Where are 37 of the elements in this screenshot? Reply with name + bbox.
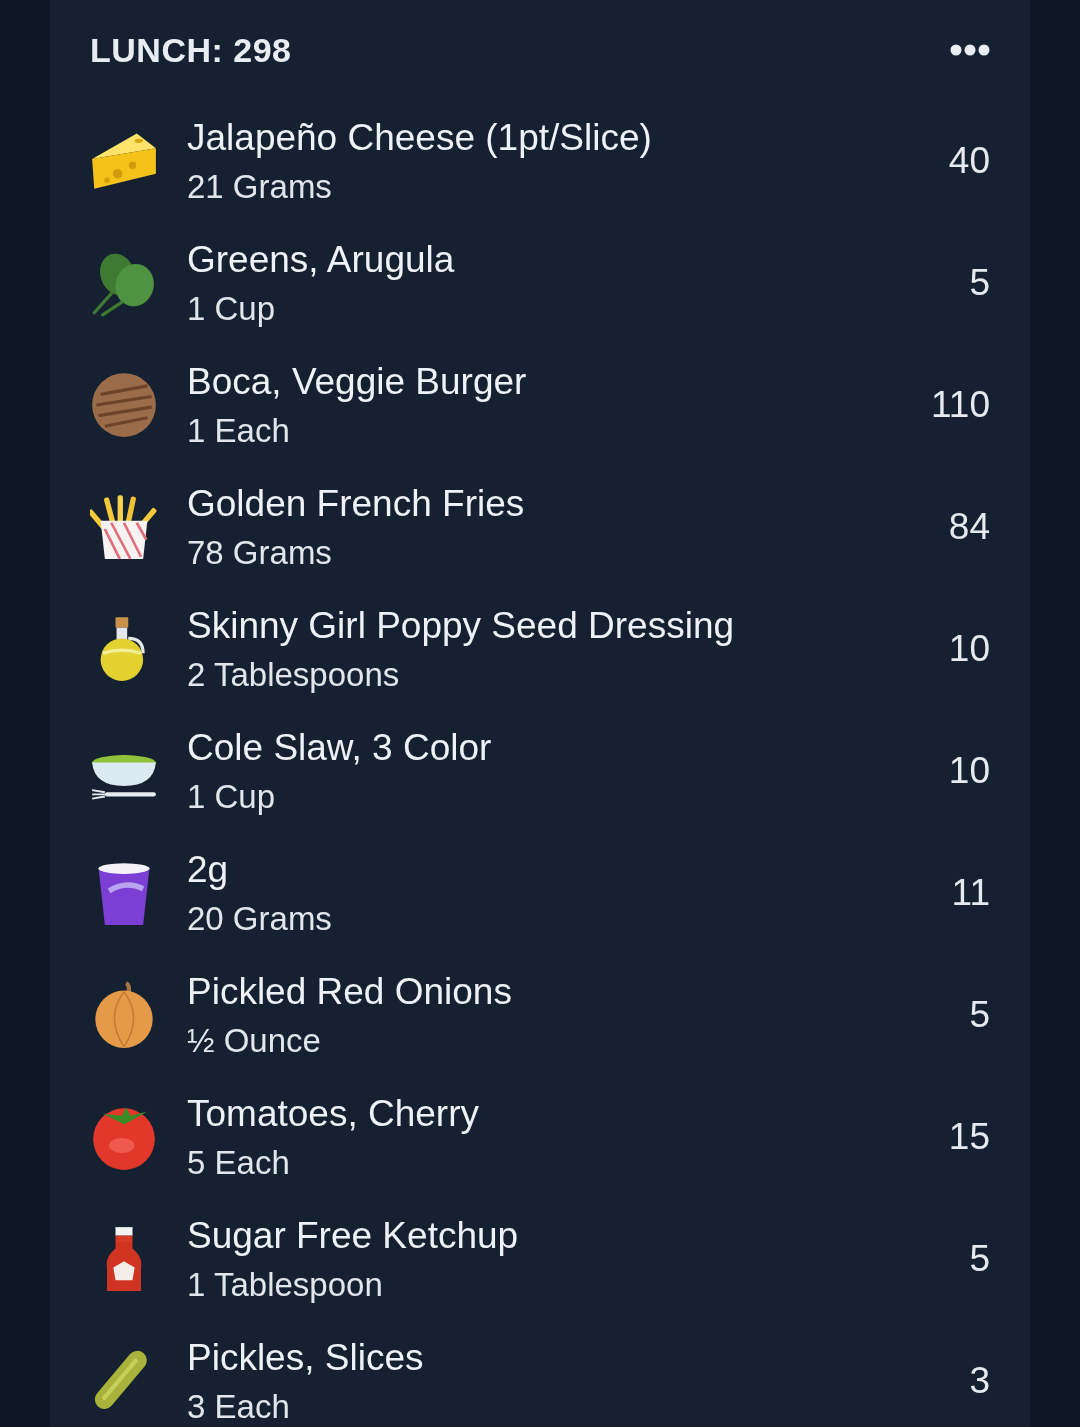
calorie-count: 11 bbox=[951, 870, 990, 915]
serving-size: 20 Grams bbox=[187, 899, 333, 939]
food-name[interactable]: Pickled Red Onions bbox=[187, 966, 970, 1018]
calorie-count: 10 bbox=[948, 748, 990, 793]
calorie-count: 3 bbox=[969, 1358, 990, 1403]
fries-icon bbox=[90, 493, 158, 561]
food-name[interactable]: Boca, Veggie Burger bbox=[187, 356, 931, 408]
calorie-count: 5 bbox=[969, 992, 990, 1037]
serving-size: 5 Each bbox=[187, 1143, 291, 1183]
more-icon[interactable] bbox=[950, 44, 990, 56]
calorie-count: 110 bbox=[931, 382, 990, 427]
serving-size: 1 Tablespoon bbox=[187, 1265, 384, 1305]
food-name[interactable]: Pickles, Slices bbox=[187, 1332, 970, 1384]
food-name[interactable]: Tomatoes, Cherry bbox=[187, 1088, 949, 1140]
serving-size: 1 Each bbox=[187, 411, 291, 451]
food-name[interactable]: Skinny Girl Poppy Seed Dressing bbox=[187, 600, 949, 652]
serving-size: 21 Grams bbox=[187, 167, 333, 207]
calorie-count: 15 bbox=[948, 1114, 990, 1159]
serving-size: 2 Tablespoons bbox=[187, 655, 401, 695]
calorie-count: 10 bbox=[948, 626, 990, 671]
serving-size: 1 Cup bbox=[187, 289, 277, 329]
calorie-count: 84 bbox=[948, 504, 990, 549]
calorie-count: 5 bbox=[969, 260, 990, 305]
calorie-count: 40 bbox=[948, 138, 990, 183]
meal-title: LUNCH: 298 bbox=[90, 33, 292, 67]
food-name[interactable]: Jalapeño Cheese (1pt/Slice) bbox=[187, 112, 949, 164]
serving-size: 1 Cup bbox=[187, 777, 277, 817]
food-name[interactable]: Sugar Free Ketchup bbox=[187, 1210, 970, 1262]
food-name[interactable]: Greens, Arugula bbox=[187, 234, 970, 286]
patty-icon bbox=[90, 371, 158, 439]
serving-size: 78 Grams bbox=[187, 533, 333, 573]
food-name[interactable]: 2g bbox=[187, 844, 952, 896]
serving-size: 3 Each bbox=[187, 1387, 291, 1427]
calorie-count: 5 bbox=[969, 1236, 990, 1281]
serving-size: ½ Ounce bbox=[187, 1021, 322, 1061]
food-name[interactable]: Cole Slaw, 3 Color bbox=[187, 722, 949, 774]
food-name[interactable]: Golden French Fries bbox=[187, 478, 949, 530]
